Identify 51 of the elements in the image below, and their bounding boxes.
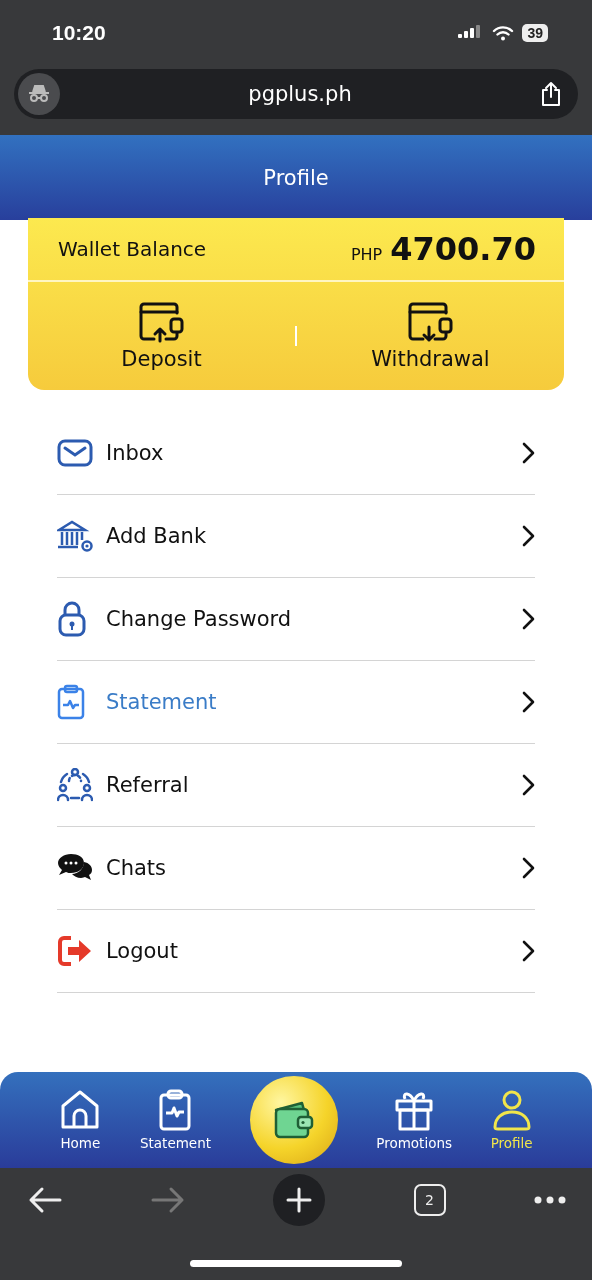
wallet-up-arrow-icon <box>137 301 186 343</box>
person-icon <box>491 1089 532 1131</box>
withdrawal-button[interactable]: Withdrawal <box>297 300 564 372</box>
status-time: 10:20 <box>52 21 106 45</box>
incognito-glasses-icon <box>28 85 50 103</box>
lock-icon <box>57 601 87 637</box>
chevron-right-icon <box>521 525 535 547</box>
chevron-right-icon <box>521 608 535 630</box>
menu-item[interactable]: Chats <box>57 827 535 910</box>
menu-item[interactable]: Add Bank <box>57 495 535 578</box>
wifi-icon <box>492 25 515 41</box>
nav-tab[interactable]: Profile <box>490 1089 533 1151</box>
menu-item[interactable]: Inbox <box>57 412 535 495</box>
new-tab-button[interactable] <box>273 1174 325 1226</box>
plus-icon <box>285 1186 313 1214</box>
incognito-button[interactable] <box>18 73 60 115</box>
menu-item[interactable]: Statement <box>57 661 535 744</box>
home-icon <box>59 1089 102 1131</box>
chevron-right-icon <box>521 442 535 464</box>
chat-bubbles-icon <box>57 853 93 883</box>
bank-icon <box>57 520 93 552</box>
deposit-button[interactable]: Deposit <box>28 300 295 372</box>
menu-item[interactable]: Logout <box>57 910 535 993</box>
chevron-right-icon <box>521 857 535 879</box>
battery-indicator: 39 <box>522 24 548 42</box>
nav-tab[interactable]: Statement <box>139 1089 211 1151</box>
menu-item[interactable]: Referral <box>57 744 535 827</box>
nav-tab[interactable]: Home <box>59 1089 102 1151</box>
page-title: Profile <box>263 165 329 190</box>
menu-item[interactable]: Change Password <box>57 578 535 661</box>
address-bar[interactable]: pgplus.ph <box>14 69 578 119</box>
url-text: pgplus.ph <box>248 82 352 106</box>
nav-tab[interactable]: Promotions <box>376 1089 452 1151</box>
currency-label: PHP <box>350 245 383 264</box>
chevron-right-icon <box>521 940 535 962</box>
people-icon <box>57 768 93 802</box>
forward-arrow-icon[interactable] <box>150 1186 185 1214</box>
wallet-label: Wallet Balance <box>58 237 207 261</box>
back-arrow-icon[interactable] <box>28 1186 62 1214</box>
logout-icon <box>57 935 93 967</box>
chevron-right-icon <box>521 691 535 713</box>
wallet-down-arrow-icon <box>406 301 455 343</box>
clipboard-icon <box>57 684 85 720</box>
tab-count-button[interactable]: 2 <box>413 1184 446 1216</box>
more-icon[interactable] <box>534 1196 566 1204</box>
balance-amount: 4700.70 <box>390 230 536 268</box>
clipboard-icon <box>158 1089 193 1131</box>
chevron-right-icon <box>521 774 535 796</box>
envelope-icon <box>57 439 93 467</box>
gift-icon <box>394 1089 435 1131</box>
share-icon[interactable] <box>540 81 562 107</box>
